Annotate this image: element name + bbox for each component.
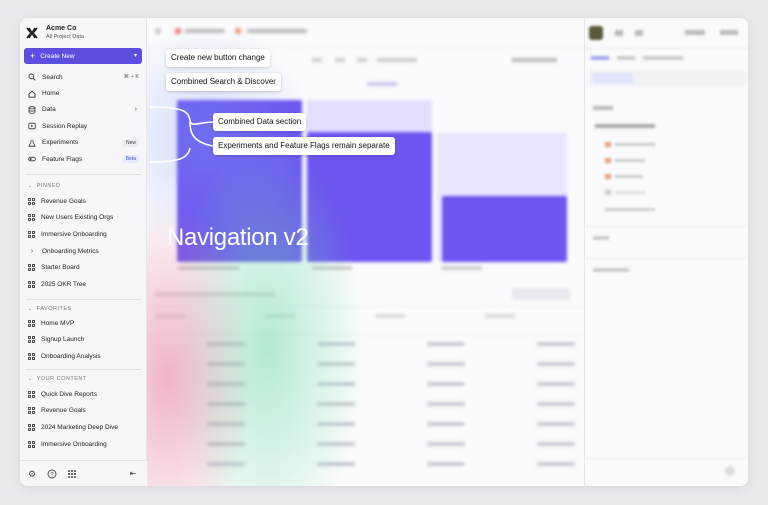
dashboard-icon [28, 197, 35, 205]
help-icon[interactable]: ? [47, 469, 57, 479]
item-label: Onboarding Analysis [41, 352, 101, 360]
item-label: 2025 OKR Tree [41, 280, 87, 288]
list-item[interactable]: Home MVP [20, 315, 147, 332]
item-label: Immersive Onboarding [41, 440, 107, 448]
list-item[interactable]: New Users Existing Orgs [20, 210, 147, 227]
dashboard-icon [28, 407, 35, 415]
chevron-down-icon: ⌄ [28, 306, 33, 312]
nav-label: Experiments [42, 139, 79, 147]
callout-experiments-flags: Experiments and Feature Flags remain sep… [213, 137, 395, 155]
nav-label: Search [42, 73, 63, 81]
home-icon [28, 90, 36, 98]
sidebar-footer: ⚙ ? ⇤ [20, 460, 147, 486]
plus-icon: + [30, 50, 36, 61]
list-item[interactable]: Quick Dive Reports [20, 386, 147, 403]
chevron-down-icon[interactable]: ▾ [134, 52, 137, 59]
section-title: PINNED [36, 183, 61, 189]
dashboard-icon [28, 423, 35, 431]
list-item[interactable]: Immersive Onboarding [20, 226, 147, 243]
gear-icon[interactable]: ⚙ [27, 469, 37, 479]
nav-item-data[interactable]: Data › [20, 102, 147, 118]
chevron-down-icon: ⌄ [28, 376, 33, 382]
list-item[interactable]: 2024 Marketing Deep Dive [20, 419, 147, 436]
dashboard-icon [28, 214, 35, 222]
nav-item-session-replay[interactable]: Session Replay [20, 118, 147, 134]
nav-item-feature-flags[interactable]: Feature Flags Beta [20, 151, 147, 167]
list-item[interactable]: › Onboarding Metrics [20, 243, 147, 260]
chevron-down-icon: ⌄ [28, 183, 33, 189]
dashboard-icon [28, 440, 35, 448]
callout-data: Combined Data section [213, 113, 307, 131]
divider [26, 299, 141, 300]
item-label: Quick Dive Reports [41, 390, 97, 398]
nav-item-search[interactable]: Search ⌘ + K [20, 69, 147, 85]
sidebar: Acme Co All Project Data + Create New ▾ … [20, 18, 147, 486]
callout-create-new: Create new button change [166, 49, 270, 67]
nav-label: Data [42, 106, 56, 114]
chevron-right-icon[interactable]: › [28, 247, 36, 255]
list-item[interactable]: Onboarding Analysis [20, 348, 147, 365]
divider [26, 174, 141, 175]
flask-icon [28, 139, 36, 147]
annotation-title: Navigation v2 [167, 224, 309, 251]
list-item[interactable]: 2025 OKR Tree [20, 276, 147, 293]
collapse-sidebar-icon[interactable]: ⇤ [128, 469, 138, 479]
nav-item-home[interactable]: Home [20, 85, 147, 101]
apps-grid-icon[interactable] [67, 469, 77, 479]
section-header-your-content[interactable]: ⌄ YOUR CONTENT [28, 376, 87, 382]
pinned-list: Revenue Goals New Users Existing Orgs Im… [20, 193, 147, 293]
list-item[interactable]: Immersive Onboarding [20, 436, 147, 453]
new-badge: New [122, 138, 139, 147]
nav-label: Home [42, 90, 60, 98]
right-panel [584, 18, 748, 486]
org-name: Acme Co [46, 25, 77, 32]
app-window: Acme Co All Project Data + Create New ▾ … [20, 18, 748, 486]
your-content-list: Quick Dive Reports Revenue Goals 2024 Ma… [20, 386, 147, 452]
dashboard-icon [28, 230, 35, 238]
create-new-button[interactable]: + Create New ▾ [24, 48, 142, 64]
primary-nav: Search ⌘ + K Home Data › Session Replay … [20, 69, 147, 167]
section-title: YOUR CONTENT [36, 376, 87, 382]
item-label: Onboarding Metrics [42, 247, 99, 255]
search-icon [28, 73, 36, 81]
chevron-right-icon: › [134, 106, 137, 114]
callout-search: Combined Search & Discover [166, 73, 281, 91]
org-switcher[interactable]: Acme Co All Project Data [26, 24, 84, 41]
dashboard-icon [28, 390, 35, 398]
item-label: Home MVP [41, 319, 75, 327]
dashboard-icon [28, 352, 35, 360]
divider [26, 369, 141, 370]
replay-icon [28, 122, 36, 130]
item-label: 2024 Marketing Deep Dive [41, 423, 118, 431]
beta-badge: Beta [122, 155, 139, 164]
dashboard-icon [28, 336, 35, 344]
section-header-pinned[interactable]: ⌄ PINNED [28, 183, 60, 189]
list-item[interactable]: Starter Board [20, 259, 147, 276]
logo-icon [26, 27, 38, 38]
dashboard-icon [28, 264, 35, 272]
section-title: FAVORITES [36, 306, 72, 312]
list-item[interactable]: Revenue Goals [20, 403, 147, 420]
shortcut-hint: ⌘ + K [123, 74, 139, 81]
dashboard-icon [28, 280, 35, 288]
item-label: Starter Board [41, 264, 80, 272]
nav-label: Feature Flags [42, 155, 83, 163]
item-label: Revenue Goals [41, 407, 86, 415]
create-new-label: Create New [40, 52, 75, 60]
item-label: Revenue Goals [41, 197, 86, 205]
database-icon [28, 106, 36, 114]
toggle-icon [28, 155, 36, 163]
favorites-list: Home MVP Signup Launch Onboarding Analys… [20, 315, 147, 365]
dashboard-icon [28, 319, 35, 327]
item-label: Immersive Onboarding [41, 230, 107, 238]
section-header-favorites[interactable]: ⌄ FAVORITES [28, 306, 72, 312]
org-subtitle: All Project Data [46, 34, 84, 40]
item-label: New Users Existing Orgs [41, 214, 114, 222]
nav-item-experiments[interactable]: Experiments New [20, 135, 147, 151]
list-item[interactable]: Revenue Goals [20, 193, 147, 210]
blurred-panel [585, 18, 748, 486]
list-item[interactable]: Signup Launch [20, 332, 147, 349]
item-label: Signup Launch [41, 336, 85, 344]
nav-label: Session Replay [42, 122, 88, 130]
